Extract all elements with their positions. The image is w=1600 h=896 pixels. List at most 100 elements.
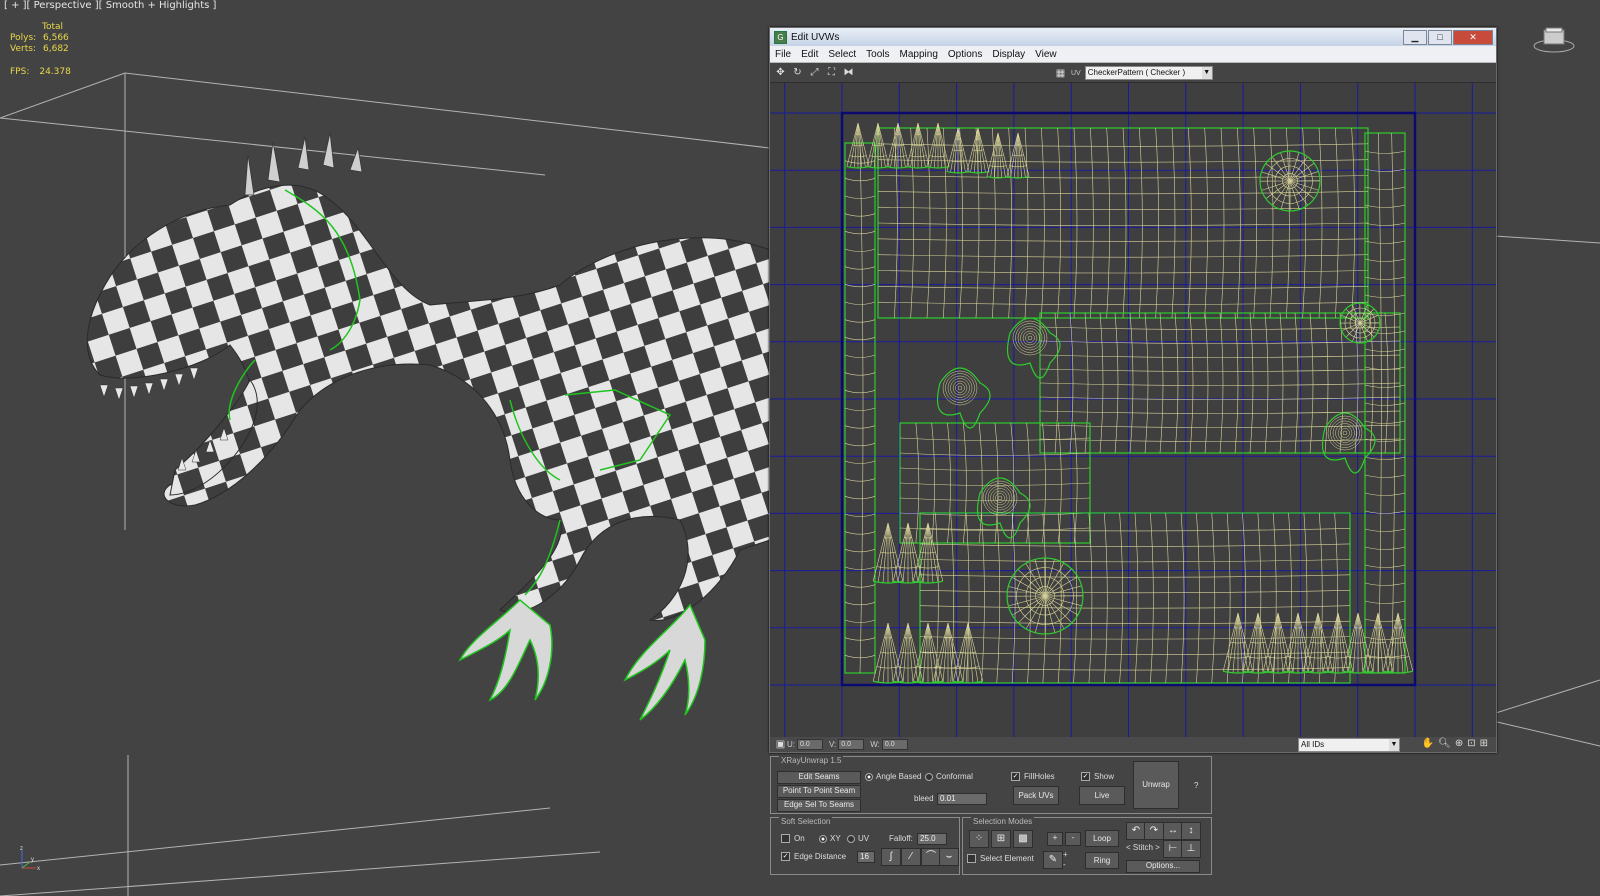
soft-selection-on-checkbox[interactable]: On bbox=[781, 834, 805, 844]
bleed-field[interactable]: 0.01 bbox=[937, 793, 987, 805]
uv-label: UV bbox=[1071, 69, 1081, 77]
lock-selection-icon[interactable]: ▣ bbox=[774, 738, 787, 751]
dinosaur-model bbox=[86, 132, 771, 721]
menu-file[interactable]: File bbox=[770, 49, 796, 60]
fill-holes-checkbox[interactable]: ✓ FillHoles bbox=[1011, 772, 1055, 782]
zoom-region-icon[interactable]: ⊕ bbox=[1455, 738, 1463, 749]
paint-size-plus[interactable]: + bbox=[1063, 850, 1068, 859]
angle-based-option[interactable]: Angle Based bbox=[865, 772, 921, 781]
bleed-label: bleed bbox=[914, 794, 934, 803]
uv-island-spike bbox=[1222, 612, 1254, 674]
menu-options[interactable]: Options bbox=[943, 49, 987, 60]
uv-island-body-mid bbox=[1039, 312, 1401, 454]
uv-island-spike bbox=[866, 122, 890, 169]
align-vertical-icon[interactable]: ⊥ bbox=[1181, 840, 1201, 858]
selection-modes-panel: Selection Modes ⁘ ⊞ ▩ + - Loop Ring Sele… bbox=[962, 817, 1212, 875]
edge-mode-icon[interactable]: ⊞ bbox=[991, 830, 1011, 848]
menu-select[interactable]: Select bbox=[823, 49, 861, 60]
menu-display[interactable]: Display bbox=[987, 49, 1030, 60]
menu-tools[interactable]: Tools bbox=[861, 49, 894, 60]
uv-editor-canvas[interactable] bbox=[770, 83, 1496, 737]
xy-option[interactable]: XY bbox=[819, 834, 841, 843]
uv-island-spike bbox=[912, 622, 944, 684]
grid-snap-icon[interactable]: ⊞ bbox=[1480, 738, 1488, 749]
edge-distance-field[interactable]: 16 bbox=[857, 851, 875, 863]
xray-unwrap-title: XRayUnwrap 1.5 bbox=[779, 756, 844, 765]
move-icon[interactable]: ✥ bbox=[774, 66, 787, 79]
close-button[interactable]: ✕ bbox=[1453, 29, 1493, 45]
uv-island-eye-radial bbox=[1006, 557, 1084, 635]
shrink-selection-button[interactable]: - bbox=[1065, 832, 1081, 846]
v-field[interactable]: 0.0 bbox=[838, 739, 865, 750]
rotate-ccw-icon[interactable]: ↶ bbox=[1126, 822, 1146, 840]
select-element-checkbox[interactable]: Select Element bbox=[967, 854, 1034, 864]
paint-size-minus[interactable]: - bbox=[1063, 860, 1066, 869]
falloff-curve-fast-icon[interactable]: ⌣ bbox=[939, 848, 959, 866]
chevron-down-icon: ▼ bbox=[1201, 67, 1212, 79]
menu-edit[interactable]: Edit bbox=[796, 49, 823, 60]
rotate-icon[interactable]: ↻ bbox=[791, 66, 804, 79]
unwrap-button[interactable]: Unwrap bbox=[1133, 761, 1179, 809]
uv-island-spike bbox=[872, 522, 904, 584]
selection-modes-title: Selection Modes bbox=[971, 817, 1035, 826]
paint-select-icon[interactable]: ✎ bbox=[1043, 851, 1063, 869]
edit-uvws-window[interactable]: G Edit UVWs ▁ □ ✕ File Edit Select Tools… bbox=[769, 27, 1497, 753]
uv-island-spike bbox=[1322, 612, 1354, 674]
u-field[interactable]: 0.0 bbox=[797, 739, 823, 750]
edit-seams-button[interactable]: Edit Seams bbox=[777, 771, 861, 784]
ring-button[interactable]: Ring bbox=[1085, 852, 1119, 869]
falloff-field[interactable]: 25.0 bbox=[917, 833, 947, 845]
face-mode-icon[interactable]: ▩ bbox=[1013, 830, 1033, 848]
edit-uvws-titlebar[interactable]: G Edit UVWs ▁ □ ✕ bbox=[770, 28, 1496, 46]
uv-option[interactable]: UV bbox=[847, 834, 869, 843]
axis-label-y: y bbox=[31, 857, 34, 863]
chevron-down-icon: ▼ bbox=[1389, 739, 1399, 751]
pack-uvs-button[interactable]: Pack UVs bbox=[1013, 786, 1059, 805]
show-checkbox[interactable]: ✓ Show bbox=[1081, 772, 1114, 782]
pan-icon[interactable]: ✋ bbox=[1422, 738, 1434, 749]
mirror-icon[interactable]: ⧓ bbox=[842, 66, 855, 79]
live-button[interactable]: Live bbox=[1079, 786, 1125, 805]
falloff-curve-smooth-icon[interactable]: ∫ bbox=[881, 848, 901, 866]
flip-vertical-icon[interactable]: ↕ bbox=[1181, 822, 1201, 840]
stitch-control[interactable]: < Stitch > bbox=[1126, 843, 1160, 852]
xray-unwrap-panel: XRayUnwrap 1.5 Edit Seams Point To Point… bbox=[770, 756, 1212, 814]
conformal-option[interactable]: Conformal bbox=[925, 772, 973, 781]
minimize-button[interactable]: ▁ bbox=[1403, 29, 1427, 45]
rotate-cw-icon[interactable]: ↷ bbox=[1144, 822, 1164, 840]
help-button[interactable]: ? bbox=[1194, 781, 1198, 790]
edge-sel-to-seams-button[interactable]: Edge Sel To Seams bbox=[777, 799, 861, 812]
uv-island-claw bbox=[936, 367, 991, 429]
flip-horizontal-icon[interactable]: ↔ bbox=[1163, 822, 1183, 840]
falloff-label: Falloff: bbox=[889, 834, 913, 843]
menu-view[interactable]: View bbox=[1030, 49, 1062, 60]
zoom-icon[interactable]: 🔍︎ bbox=[1438, 738, 1451, 749]
zoom-extents-icon[interactable]: ⊡ bbox=[1467, 738, 1475, 749]
uv-island-radial-top bbox=[1259, 150, 1321, 212]
scale-icon[interactable]: ⤢ bbox=[808, 66, 821, 79]
vertex-mode-icon[interactable]: ⁘ bbox=[969, 830, 989, 848]
grow-selection-button[interactable]: + bbox=[1047, 832, 1063, 846]
uv-island-spike bbox=[1262, 612, 1294, 674]
falloff-curve-slow-icon[interactable]: ⌒ bbox=[921, 848, 941, 866]
align-horizontal-icon[interactable]: ⊢ bbox=[1163, 840, 1183, 858]
uv-island-spike bbox=[886, 122, 910, 169]
soft-selection-panel: Soft Selection On XY UV Falloff: 25.0 ✓ E… bbox=[770, 817, 960, 875]
edge-distance-checkbox[interactable]: ✓ Edge Distance bbox=[781, 852, 846, 862]
ids-dropdown[interactable]: All IDs ▼ bbox=[1298, 738, 1400, 752]
w-field[interactable]: 0.0 bbox=[881, 739, 908, 750]
freeform-icon[interactable]: ⛶ bbox=[825, 66, 838, 79]
checker-icon[interactable]: ▦ bbox=[1054, 67, 1067, 80]
viewcube-icon[interactable] bbox=[1532, 26, 1576, 54]
options-button[interactable]: Options... bbox=[1126, 860, 1200, 873]
uv-island-spike bbox=[892, 522, 924, 584]
point-to-point-seam-button[interactable]: Point To Point Seam bbox=[777, 785, 861, 798]
uv-island-spike bbox=[892, 622, 924, 684]
maximize-button[interactable]: □ bbox=[1428, 29, 1452, 45]
axis-tripod-icon: z x y bbox=[20, 846, 40, 872]
texture-dropdown[interactable]: CheckerPattern ( Checker ) ▼ bbox=[1084, 66, 1213, 80]
falloff-curve-linear-icon[interactable]: ⁄ bbox=[901, 848, 921, 866]
loop-button[interactable]: Loop bbox=[1085, 830, 1119, 847]
axis-label-z: z bbox=[20, 846, 23, 852]
menu-mapping[interactable]: Mapping bbox=[895, 49, 943, 60]
